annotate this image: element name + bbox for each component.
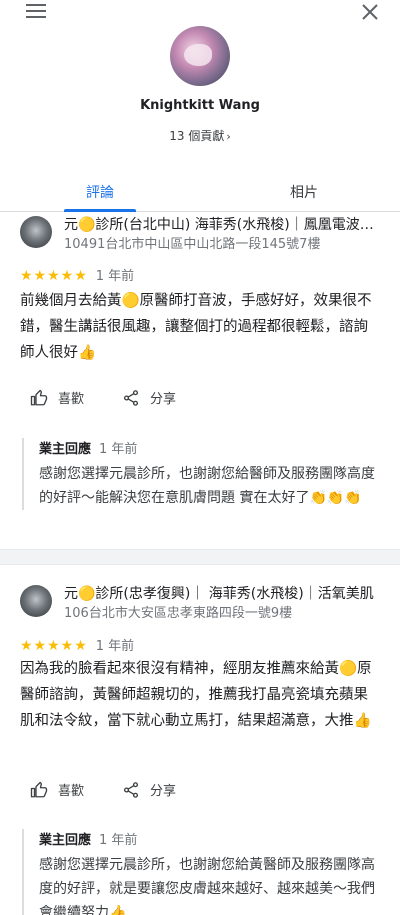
share-button[interactable]: 分享 [122, 780, 176, 799]
like-button[interactable]: 喜歡 [30, 388, 84, 407]
contributions-link[interactable]: 13 個貢獻 › [0, 127, 400, 144]
rating-row: ★★★★★ 1 年前 [20, 635, 134, 654]
place-thumbnail [20, 216, 52, 248]
thumb-up-icon [30, 389, 48, 405]
like-label: 喜歡 [58, 784, 85, 799]
share-label: 分享 [150, 784, 177, 799]
place-header[interactable]: 元🟡診所(台北中山) 海菲秀(水飛梭)｜鳳凰電波｜音波拉皮 10491台北市中山… [20, 214, 380, 252]
owner-response-time: 1 年前 [99, 833, 138, 848]
share-icon [123, 389, 139, 406]
star-rating: ★★★★★ [20, 638, 88, 654]
review-time: 1 年前 [95, 639, 135, 654]
place-address: 106台北市大安區忠孝東路四段一號9樓 [64, 606, 293, 621]
owner-response: 業主回應 1 年前 感謝您選擇元晨診所，也謝謝您給醫師及服務團隊高度的好評～能解決… [22, 438, 384, 510]
close-icon[interactable] [360, 2, 380, 22]
profile-header: Knightkitt Wang 13 個貢獻 › [0, 26, 400, 144]
rating-row: ★★★★★ 1 年前 [20, 265, 134, 284]
owner-response: 業主回應 1 年前 感謝您選擇元晨診所，也謝謝您給黃醫師及服務團隊高度的好評，就是… [22, 829, 384, 915]
contributions-count: 13 個貢獻 [169, 129, 225, 143]
tab-bar: 評論 相片 [0, 172, 400, 212]
chevron-right-icon: › [226, 130, 231, 143]
place-address: 10491台北市中山區中山北路一段145號7樓 [64, 237, 321, 252]
top-bar [0, 0, 400, 24]
owner-response-header: 業主回應 1 年前 [39, 438, 384, 458]
profile-name: Knightkitt Wang [140, 98, 260, 113]
avatar [170, 26, 230, 86]
active-tab-indicator [64, 209, 136, 212]
owner-response-text: 感謝您選擇元晨診所，也謝謝您給黃醫師及服務團隊高度的好評，就是要讓您皮膚越來越好… [39, 857, 375, 915]
thumb-up-icon [30, 781, 48, 797]
star-rating: ★★★★★ [20, 268, 88, 284]
share-label: 分享 [150, 392, 177, 407]
review-text: 前幾個月去給黃🟡原醫師打音波，手感好好，效果很不錯，醫生講話很風趣，讓整個打的過… [20, 293, 372, 361]
like-button[interactable]: 喜歡 [30, 780, 84, 799]
place-thumbnail [20, 585, 52, 617]
share-icon [123, 781, 139, 798]
review-text: 因為我的臉看起來很沒有精神，經朋友推薦來給黃🟡原醫師諮詢，黃醫師超親切的，推薦我… [20, 661, 372, 729]
tab-reviews[interactable]: 評論 [86, 182, 114, 202]
owner-response-label: 業主回應 [39, 442, 92, 457]
place-name: 元🟡診所(忠孝復興)｜ 海菲秀(水飛梭)｜活氧美肌 [64, 586, 374, 602]
like-label: 喜歡 [58, 392, 85, 407]
owner-response-text: 感謝您選擇元晨診所，也謝謝您給醫師及服務團隊高度的好評～能解決您在意肌膚問題 實… [39, 466, 375, 506]
place-name: 元🟡診所(台北中山) 海菲秀(水飛梭)｜鳳凰電波｜音波拉皮 [64, 217, 380, 233]
section-divider [0, 549, 400, 565]
owner-response-label: 業主回應 [39, 833, 92, 848]
review-time: 1 年前 [95, 269, 135, 284]
share-button[interactable]: 分享 [122, 388, 176, 407]
tab-photos[interactable]: 相片 [290, 182, 318, 202]
hamburger-menu-icon[interactable] [26, 4, 46, 20]
place-header[interactable]: 元🟡診所(忠孝復興)｜ 海菲秀(水飛梭)｜活氧美肌 106台北市大安區忠孝東路四… [20, 583, 380, 621]
owner-response-time: 1 年前 [99, 442, 138, 457]
owner-response-header: 業主回應 1 年前 [39, 829, 384, 849]
